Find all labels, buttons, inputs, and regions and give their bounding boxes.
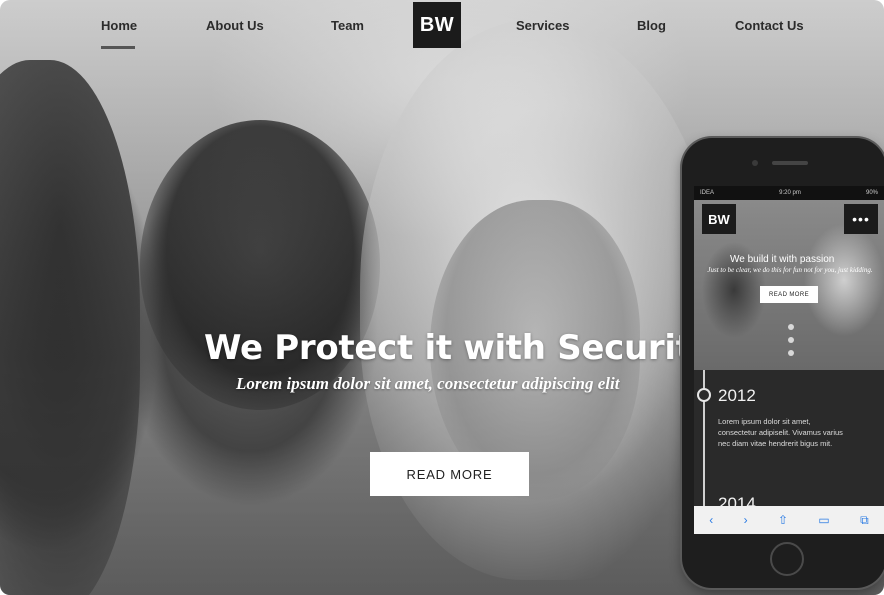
phone-camera	[752, 160, 758, 166]
timeline-text: Lorem ipsum dolor sit amet, consectetur …	[718, 417, 843, 448]
site-logo[interactable]: BW	[413, 2, 461, 48]
mobile-hero-title: We build it with passion	[730, 254, 835, 265]
read-more-button[interactable]: READ MORE	[370, 452, 529, 496]
phone-mockup: IDEA 9:20 pm 90% BW ••• We build it with…	[682, 138, 884, 588]
hero-title: We Protect it with Security	[204, 328, 684, 368]
mobile-slider-dots	[788, 324, 794, 363]
mobile-timeline: 2012 Lorem ipsum dolor sit amet, consect…	[694, 370, 884, 513]
mobile-menu-icon[interactable]: •••	[844, 204, 878, 234]
timeline-marker	[697, 388, 711, 402]
phone-speaker	[772, 161, 808, 165]
slider-dot[interactable]	[788, 324, 794, 330]
forward-icon[interactable]: ›	[744, 513, 748, 527]
browser-toolbar: ‹ › ⇧ ▭ ⧉	[694, 506, 884, 534]
phone-screen: IDEA 9:20 pm 90% BW ••• We build it with…	[694, 186, 884, 534]
mobile-logo[interactable]: BW	[702, 204, 736, 234]
phone-status-bar: IDEA 9:20 pm 90%	[694, 186, 884, 200]
main-navigation: Home About Us Team BW Services Blog Cont…	[0, 0, 884, 52]
back-icon[interactable]: ‹	[709, 513, 713, 527]
nav-item-blog[interactable]: Blog	[637, 18, 666, 33]
status-time: 9:20 pm	[779, 190, 801, 196]
share-icon[interactable]: ⇧	[778, 513, 788, 527]
mobile-read-more-button[interactable]: READ MORE	[760, 286, 818, 303]
battery-label: 90%	[865, 190, 878, 196]
nav-item-services[interactable]: Services	[516, 18, 570, 33]
nav-item-contact-us[interactable]: Contact Us	[735, 18, 804, 33]
tabs-icon[interactable]: ⧉	[860, 513, 869, 528]
hero-subtitle: Lorem ipsum dolor sit amet, consectetur …	[236, 374, 620, 393]
slider-dot[interactable]	[788, 350, 794, 356]
mobile-hero-subtitle: Just to be clear, we do this for fun not…	[707, 266, 873, 274]
nav-item-home[interactable]: Home	[101, 18, 137, 33]
slider-dot[interactable]	[788, 337, 794, 343]
nav-item-about-us[interactable]: About Us	[206, 18, 264, 33]
phone-home-button	[770, 542, 804, 576]
bookmarks-icon[interactable]: ▭	[818, 513, 829, 527]
nav-item-team[interactable]: Team	[331, 18, 364, 33]
mobile-hero: BW ••• We build it with passion Just to …	[694, 200, 884, 370]
website-screenshot: Home About Us Team BW Services Blog Cont…	[0, 0, 884, 595]
carrier-label: IDEA	[700, 190, 715, 196]
timeline-year: 2012	[718, 386, 756, 405]
nav-active-indicator	[101, 46, 135, 49]
